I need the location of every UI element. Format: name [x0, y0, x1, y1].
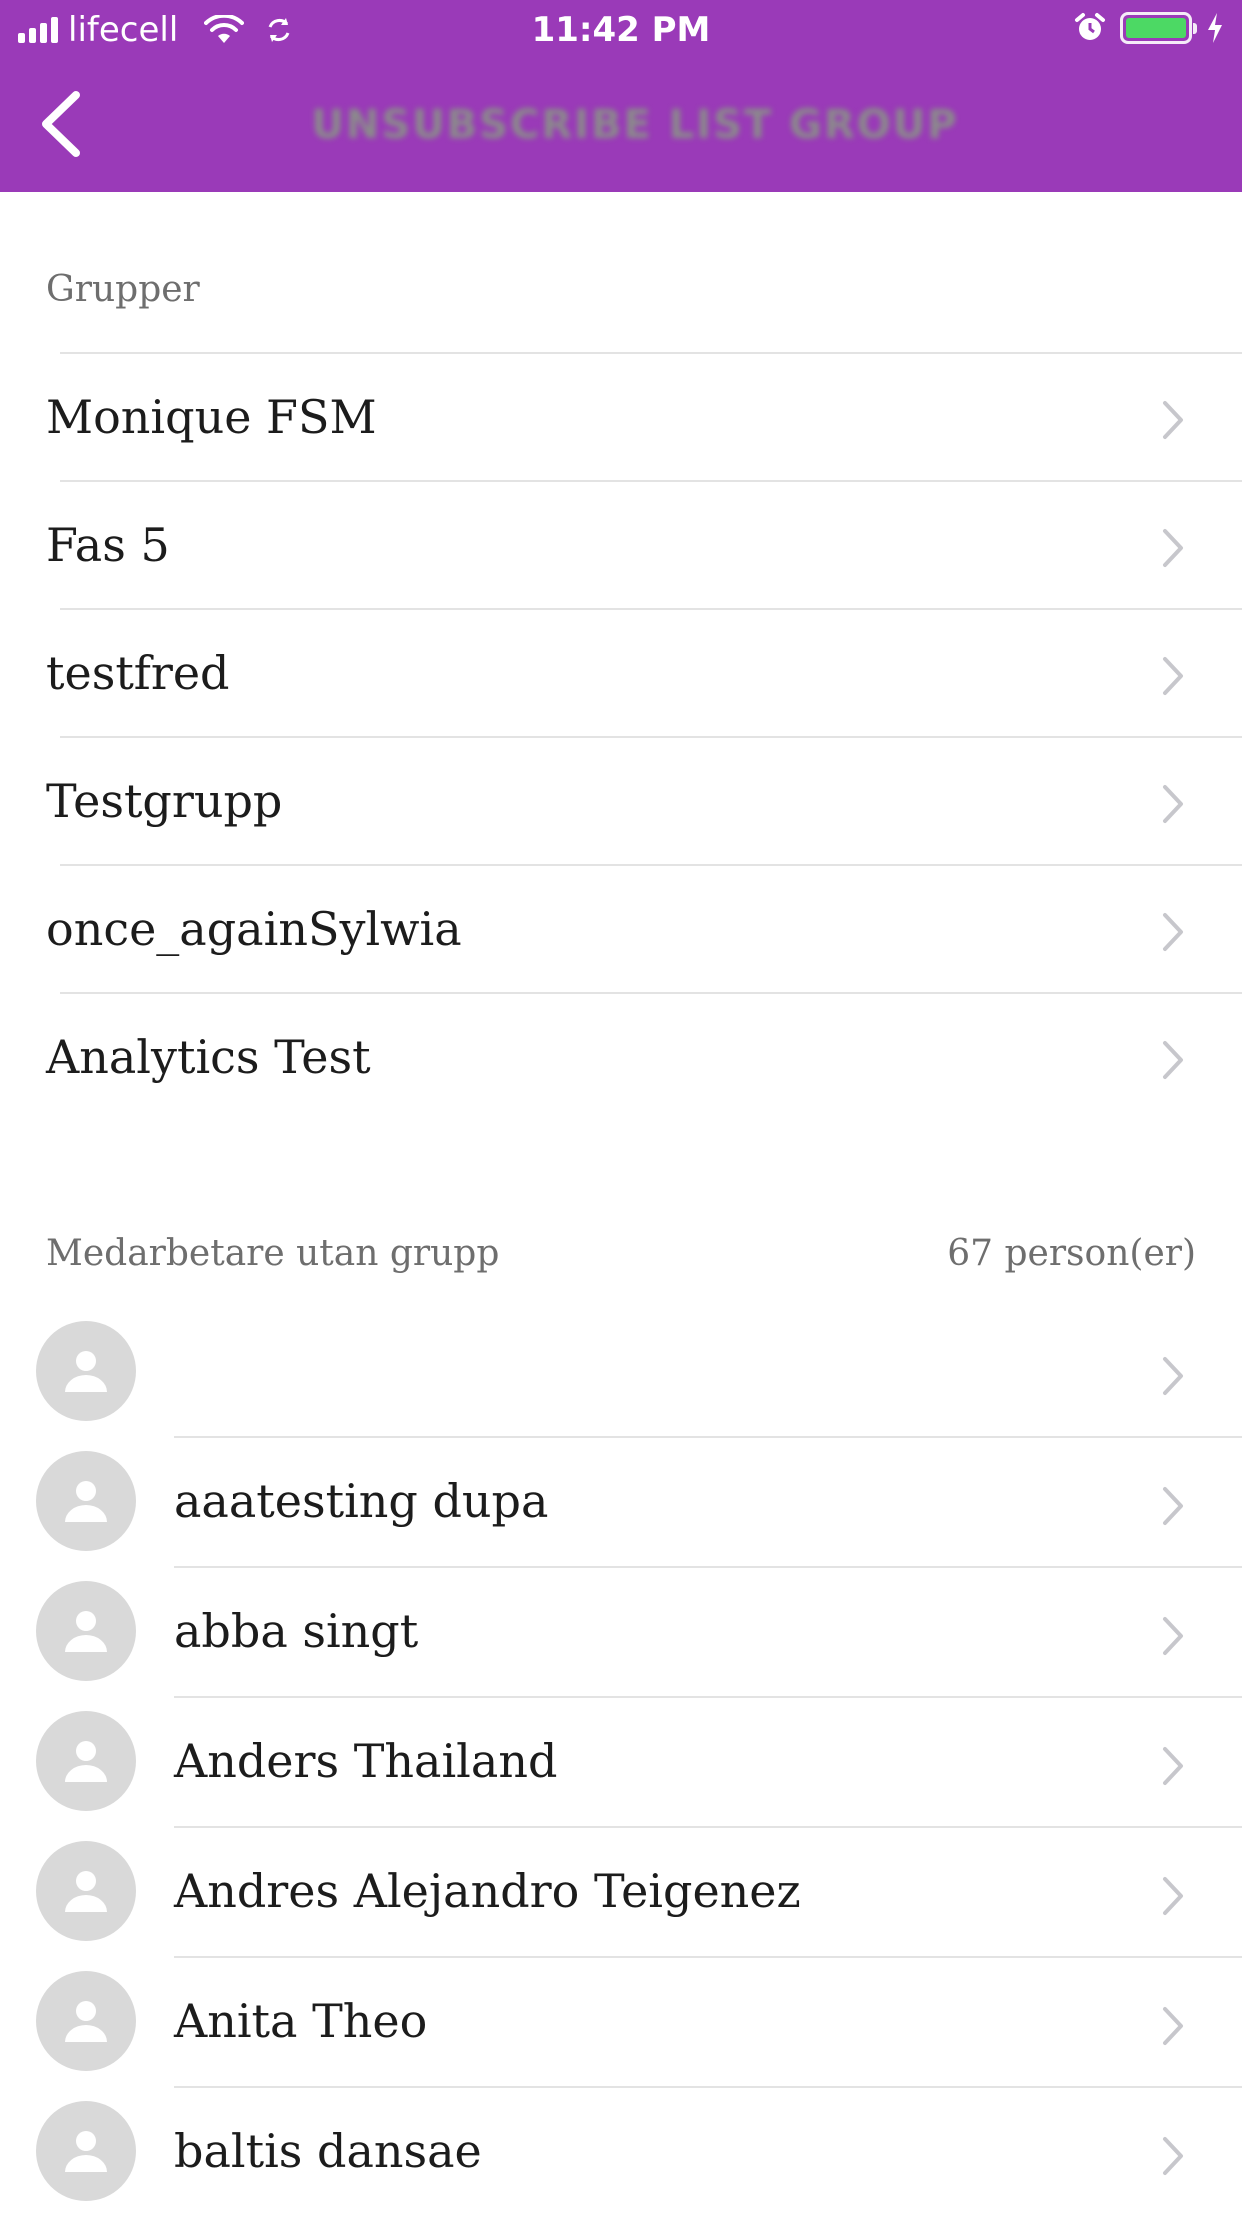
- group-row[interactable]: once_againSylwia: [0, 864, 1242, 992]
- divider: [60, 864, 1242, 866]
- person-name: aaatesting dupa: [174, 1474, 549, 1528]
- back-button[interactable]: [24, 84, 96, 164]
- chevron-right-icon: [1163, 1747, 1183, 1785]
- chevron-right-icon: [1163, 401, 1183, 439]
- avatar: [36, 1971, 136, 2071]
- divider: [60, 736, 1242, 738]
- person-icon: [65, 1741, 107, 1782]
- person-row[interactable]: abba singt: [0, 1566, 1242, 1696]
- people-section-header: Medarbetare utan grupp 67 person(er): [46, 1232, 1196, 1276]
- people-header-label: Medarbetare utan grupp: [46, 1233, 500, 1274]
- avatar: [36, 1841, 136, 1941]
- organization-dropdown[interactable]: UNSUBSCRIBE LIST GROUP: [311, 90, 970, 160]
- status-time: 11:42 PM: [531, 10, 711, 50]
- divider: [174, 1696, 1242, 1698]
- group-name: Monique FSM: [46, 390, 377, 444]
- group-row[interactable]: Fas 5: [0, 480, 1242, 608]
- person-row[interactable]: baltis dansae: [0, 2086, 1242, 2216]
- groups-header-label: Grupper: [46, 269, 200, 310]
- chevron-right-icon: [1163, 1041, 1183, 1079]
- group-row[interactable]: Testgrupp: [0, 736, 1242, 864]
- chevron-left-icon: [42, 91, 80, 157]
- battery-icon: [1120, 12, 1197, 44]
- chevron-right-icon: [1163, 785, 1183, 823]
- divider: [60, 480, 1242, 482]
- page-title: UNSUBSCRIBE LIST GROUP: [311, 102, 959, 148]
- person-row[interactable]: [0, 1306, 1242, 1436]
- avatar: [36, 1321, 136, 1421]
- status-bar: lifecell 11:42 PM: [0, 0, 1242, 60]
- chevron-right-icon: [1163, 2137, 1183, 2175]
- group-name: Analytics Test: [46, 1030, 371, 1084]
- person-row[interactable]: Anders Thailand: [0, 1696, 1242, 1826]
- person-name: baltis dansae: [174, 2124, 482, 2178]
- chevron-right-icon: [1163, 529, 1183, 567]
- person-icon: [65, 2001, 107, 2042]
- person-name: Andres Alejandro Teigenez: [174, 1864, 801, 1918]
- group-name: testfred: [46, 646, 230, 700]
- charging-icon: [1208, 13, 1222, 43]
- chevron-right-icon: [1163, 1487, 1183, 1525]
- group-name: once_againSylwia: [46, 902, 462, 956]
- person-icon: [65, 1611, 107, 1652]
- avatar: [36, 2101, 136, 2201]
- app-header: lifecell 11:42 PM UNSUBSCRIBE LIST GROUP: [0, 0, 1242, 192]
- person-icon: [65, 1871, 107, 1912]
- divider: [174, 1826, 1242, 1828]
- avatar: [36, 1711, 136, 1811]
- group-name: Testgrupp: [46, 774, 283, 828]
- person-icon: [65, 2131, 107, 2172]
- divider: [60, 352, 1242, 354]
- divider: [60, 992, 1242, 994]
- alarm-icon: [1075, 13, 1105, 40]
- person-icon: [65, 1351, 107, 1392]
- group-row[interactable]: Analytics Test: [0, 992, 1242, 1120]
- person-row[interactable]: Anita Theo: [0, 1956, 1242, 2086]
- group-name: Fas 5: [46, 518, 170, 572]
- divider: [174, 1956, 1242, 1958]
- group-row[interactable]: testfred: [0, 608, 1242, 736]
- people-count: 67 person(er): [947, 1233, 1196, 1274]
- chevron-right-icon: [1163, 1877, 1183, 1915]
- avatar: [36, 1581, 136, 1681]
- person-row[interactable]: Andres Alejandro Teigenez: [0, 1826, 1242, 1956]
- person-name: abba singt: [174, 1604, 419, 1658]
- person-row[interactable]: aaatesting dupa: [0, 1436, 1242, 1566]
- chevron-right-icon: [1163, 2007, 1183, 2045]
- divider: [174, 2086, 1242, 2088]
- groups-section-header: Grupper: [46, 268, 1196, 312]
- avatar: [36, 1451, 136, 1551]
- divider: [174, 1436, 1242, 1438]
- chevron-right-icon: [1163, 657, 1183, 695]
- person-name: Anita Theo: [174, 1994, 428, 2048]
- chevron-right-icon: [1163, 1357, 1183, 1395]
- chevron-right-icon: [1163, 1617, 1183, 1655]
- divider: [174, 1566, 1242, 1568]
- nav-bar: UNSUBSCRIBE LIST GROUP: [0, 60, 1242, 192]
- divider: [60, 608, 1242, 610]
- person-icon: [65, 1481, 107, 1522]
- person-name: Anders Thailand: [174, 1734, 558, 1788]
- group-row[interactable]: Monique FSM: [0, 352, 1242, 480]
- chevron-right-icon: [1163, 913, 1183, 951]
